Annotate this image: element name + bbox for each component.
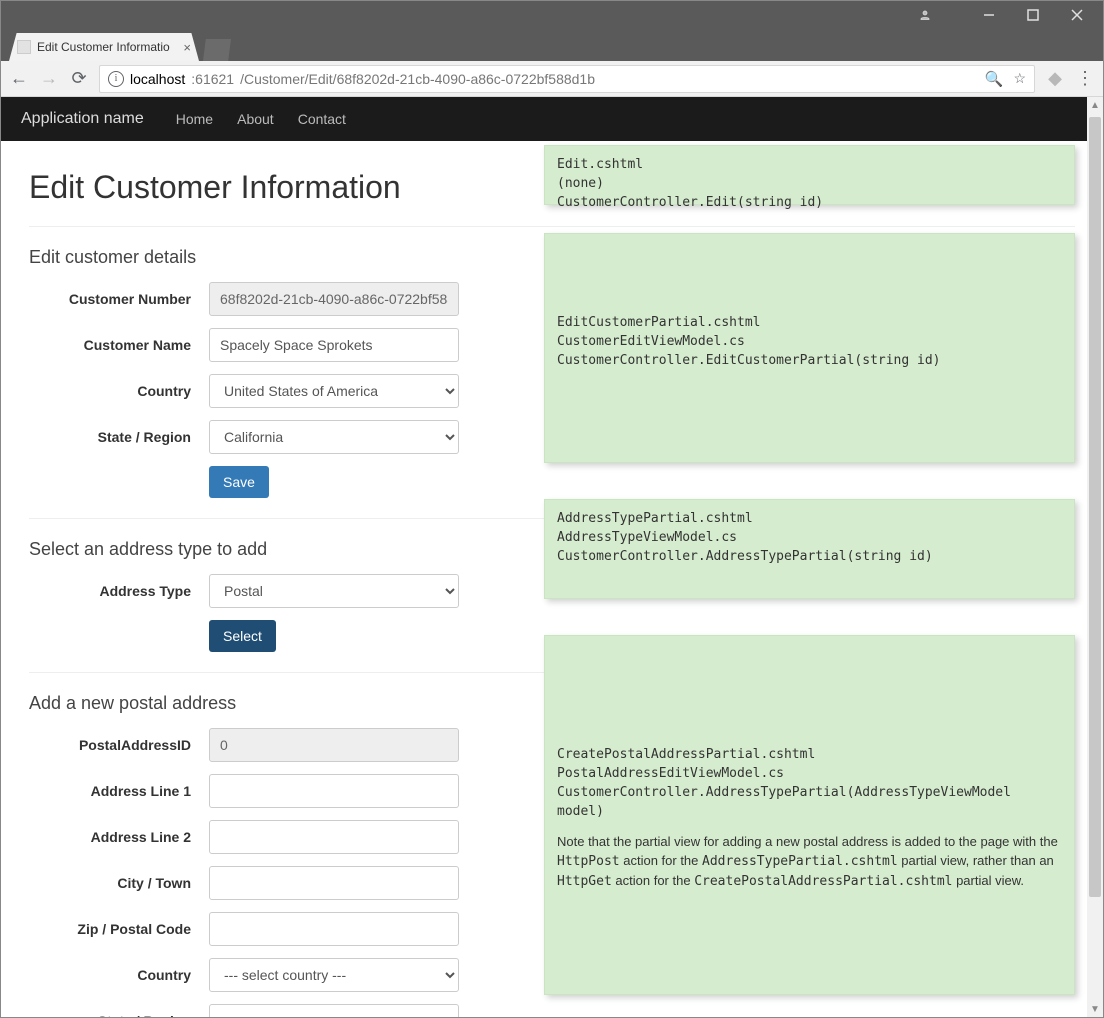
browser-tabstrip: Edit Customer Informatio × (1, 29, 1103, 61)
new-tab-button[interactable] (203, 39, 231, 61)
note-line: CustomerController.EditCustomerPartial(s… (557, 352, 1062, 371)
customer-number-input (209, 282, 459, 316)
divider (29, 226, 1075, 227)
note-line: CustomerEditViewModel.cs (557, 333, 1062, 352)
page-body: Edit Customer Information Edit.cshtml (n… (1, 141, 1103, 1017)
vertical-scrollbar[interactable]: ▲ ▼ (1087, 97, 1103, 1017)
browser-toolbar: ← → ⟳ i localhost :61621/Customer/Edit/68… (1, 61, 1103, 97)
annotation-details: EditCustomerPartial.cshtml CustomerEditV… (544, 233, 1075, 463)
page-viewport: Application name Home About Contact Edit… (1, 97, 1103, 1017)
zip-label: Zip / Postal Code (29, 921, 209, 937)
address-type-label: Address Type (29, 583, 209, 599)
annotation-edit: Edit.cshtml (none) CustomerController.Ed… (544, 145, 1075, 205)
customer-number-label: Customer Number (29, 291, 209, 307)
app-brand[interactable]: Application name (21, 110, 144, 128)
nav-link-about[interactable]: About (237, 111, 274, 127)
note-line: EditCustomerPartial.cshtml (557, 314, 1062, 333)
postal-id-input (209, 728, 459, 762)
note-line: CustomerController.AddressTypePartial(st… (557, 548, 1062, 567)
scroll-up-icon[interactable]: ▲ (1087, 97, 1103, 113)
user-account-icon[interactable] (903, 1, 947, 29)
postal-state-select[interactable] (209, 1004, 459, 1017)
nav-link-contact[interactable]: Contact (298, 111, 346, 127)
note-paragraph: Note that the partial view for adding a … (557, 833, 1062, 892)
note-line: CreatePostalAddressPartial.cshtml (557, 746, 1062, 765)
customer-name-input[interactable] (209, 328, 459, 362)
annotation-postal: CreatePostalAddressPartial.cshtml Postal… (544, 635, 1075, 995)
zoom-icon[interactable]: 🔍 (985, 70, 1004, 88)
site-info-icon[interactable]: i (108, 71, 124, 87)
note-line: (none) (557, 175, 1062, 194)
url-host: localhost (130, 71, 185, 87)
city-input[interactable] (209, 866, 459, 900)
note-line: AddressTypeViewModel.cs (557, 529, 1062, 548)
postal-country-select[interactable]: --- select country --- (209, 958, 459, 992)
window-titlebar (1, 1, 1103, 29)
address-line2-label: Address Line 2 (29, 829, 209, 845)
tab-close-icon[interactable]: × (183, 40, 191, 55)
note-line: CustomerController.AddressTypePartial(Ad… (557, 784, 1062, 822)
country-label: Country (29, 383, 209, 399)
browser-window: Edit Customer Informatio × ← → ⟳ i local… (0, 0, 1104, 1018)
note-line: PostalAddressEditViewModel.cs (557, 765, 1062, 784)
address-line1-label: Address Line 1 (29, 783, 209, 799)
scroll-thumb[interactable] (1089, 117, 1101, 897)
nav-reload-icon[interactable]: ⟳ (69, 68, 89, 89)
favicon-icon (17, 40, 31, 54)
country-select[interactable]: United States of America (209, 374, 459, 408)
nav-link-home[interactable]: Home (176, 111, 213, 127)
row-postal-state: State / Region (29, 1004, 1075, 1017)
note-line: CustomerController.Edit(string id) (557, 194, 1062, 213)
bookmark-star-icon[interactable]: ☆ (1013, 70, 1026, 87)
window-minimize-button[interactable] (967, 1, 1011, 29)
url-port: :61621 (191, 71, 234, 87)
select-button[interactable]: Select (209, 620, 276, 652)
nav-forward-icon[interactable]: → (39, 68, 59, 89)
postal-id-label: PostalAddressID (29, 737, 209, 753)
window-close-button[interactable] (1055, 1, 1099, 29)
app-navbar: Application name Home About Contact (1, 97, 1103, 141)
address-line1-input[interactable] (209, 774, 459, 808)
city-label: City / Town (29, 875, 209, 891)
address-type-select[interactable]: Postal (209, 574, 459, 608)
note-line: AddressTypePartial.cshtml (557, 510, 1062, 529)
save-button[interactable]: Save (209, 466, 269, 498)
postal-country-label: Country (29, 967, 209, 983)
save-row: Save (29, 466, 1075, 498)
scroll-down-icon[interactable]: ▼ (1087, 1001, 1103, 1017)
zip-input[interactable] (209, 912, 459, 946)
url-path: /Customer/Edit/68f8202d-21cb-4090-a86c-0… (240, 71, 595, 87)
address-bar[interactable]: i localhost :61621/Customer/Edit/68f8202d… (99, 65, 1035, 93)
nav-back-icon[interactable]: ← (9, 68, 29, 89)
browser-tab[interactable]: Edit Customer Informatio × (9, 33, 199, 61)
tab-title: Edit Customer Informatio (37, 40, 170, 54)
state-select[interactable]: California (209, 420, 459, 454)
browser-menu-icon[interactable]: ⋮ (1075, 68, 1095, 89)
postal-state-label: State / Region (29, 1013, 209, 1017)
address-line2-input[interactable] (209, 820, 459, 854)
window-maximize-button[interactable] (1011, 1, 1055, 29)
state-label: State / Region (29, 429, 209, 445)
note-line: Edit.cshtml (557, 156, 1062, 175)
annotation-addrtype: AddressTypePartial.cshtml AddressTypeVie… (544, 499, 1075, 599)
drive-extension-icon[interactable]: ◆ (1045, 68, 1065, 89)
customer-name-label: Customer Name (29, 337, 209, 353)
